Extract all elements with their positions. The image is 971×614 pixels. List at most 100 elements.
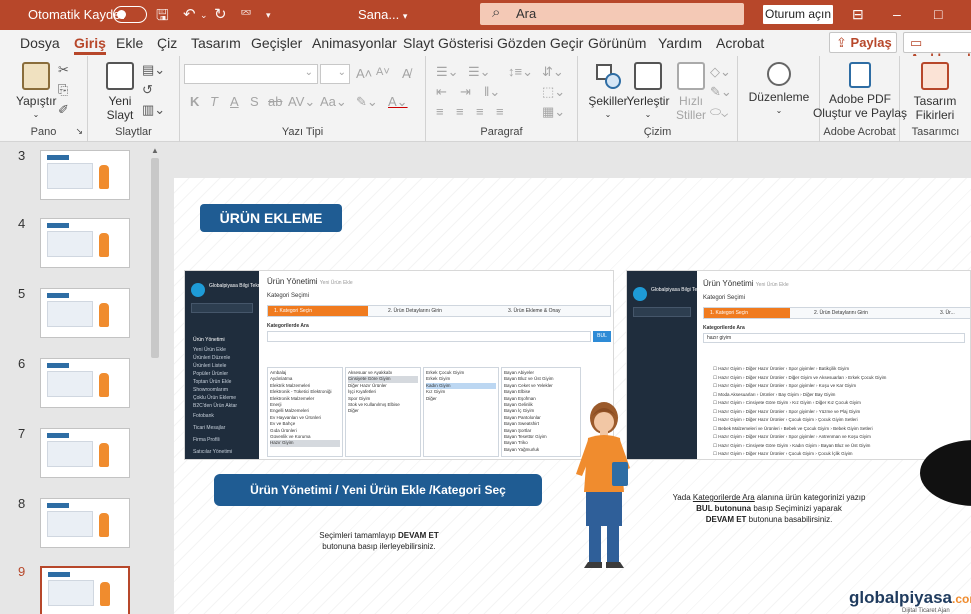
decrease-font-icon[interactable]: A˅ bbox=[376, 66, 390, 78]
slide-thumbnail[interactable] bbox=[40, 218, 130, 268]
share-label: Paylaş bbox=[850, 35, 892, 50]
shape-fill-icon[interactable]: ◇⌄ bbox=[710, 64, 731, 80]
scroll-up-icon[interactable]: ▲ bbox=[151, 146, 159, 155]
customize-toolbar-icon[interactable]: ▾ bbox=[266, 10, 271, 21]
arrange-button[interactable]: Yerleştir ⌄ bbox=[622, 62, 674, 122]
right-shot-step: 2. Ürün Detaylarını Girin bbox=[814, 310, 868, 316]
quick-styles-button[interactable]: Hızlı Stiller bbox=[668, 62, 714, 122]
design-ideas-button[interactable]: Tasarım Fikirleri bbox=[904, 62, 966, 122]
slide-thumbnail[interactable] bbox=[40, 288, 130, 338]
tab-yardim[interactable]: Yardım bbox=[658, 35, 702, 51]
align-text-icon[interactable]: ⬚⌄ bbox=[542, 84, 565, 100]
comments-button[interactable]: ▭ Açıklamalar bbox=[903, 32, 971, 66]
shadow-icon[interactable]: S bbox=[250, 94, 259, 109]
cut-icon[interactable]: ✂ bbox=[58, 62, 69, 78]
text-direction-icon[interactable]: ⇵⌄ bbox=[542, 64, 564, 80]
shape-outline-icon[interactable]: ✎⌄ bbox=[710, 84, 732, 100]
justify-icon[interactable]: ≡ bbox=[496, 104, 504, 119]
ribbon-display-icon[interactable]: ⊟ bbox=[852, 6, 864, 23]
slide-thumbnail[interactable] bbox=[40, 150, 130, 200]
left-caption-text-2: butonuna basıp ilerleyebilirsiniz. bbox=[322, 542, 436, 551]
slide-thumbnail[interactable] bbox=[40, 358, 130, 408]
clear-format-icon[interactable]: A̸ bbox=[402, 66, 411, 81]
tab-gozden-gecir[interactable]: Gözden Geçir bbox=[497, 35, 583, 51]
right-caption: Yada Kategorilerde Ara alanına ürün kate… bbox=[644, 492, 894, 525]
tab-slayt-gosterisi[interactable]: Slayt Gösterisi bbox=[403, 35, 493, 51]
presentation-icon[interactable]: ⮹ bbox=[240, 5, 252, 22]
tab-acrobat[interactable]: Acrobat bbox=[716, 35, 764, 51]
result-item: ☐ Hazır Giyim › Diğer Hazır Ürünler › Sp… bbox=[713, 366, 850, 371]
slide-thumbnail[interactable] bbox=[40, 428, 130, 478]
smartart-icon[interactable]: ▦⌄ bbox=[542, 104, 565, 120]
adobe-pdf-button[interactable]: Adobe PDF Oluştur ve Paylaş bbox=[812, 62, 908, 120]
group-label-pano: Pano ↘ bbox=[0, 126, 87, 138]
save-icon[interactable]: 🖫 bbox=[156, 5, 169, 30]
increase-indent-icon[interactable]: ⇥ bbox=[460, 84, 471, 100]
tab-tasarim[interactable]: Tasarım bbox=[191, 35, 241, 51]
section-icon[interactable]: ▥⌄ bbox=[142, 102, 165, 118]
paste-button[interactable]: Yapıştır ⌄ bbox=[16, 62, 56, 122]
font-size-box[interactable]: ⌄ bbox=[320, 64, 350, 84]
bold-icon[interactable]: K bbox=[190, 94, 199, 109]
thumbnail-scrollbar[interactable]: ▲ bbox=[148, 142, 162, 614]
layout-icon[interactable]: ▤⌄ bbox=[142, 62, 165, 78]
slide[interactable]: ÜRÜN EKLEME Globalpiyasa Bilgi Tekn... Ü… bbox=[174, 178, 971, 614]
align-center-icon[interactable]: ≡ bbox=[456, 104, 464, 119]
reset-icon[interactable]: ↺ bbox=[142, 82, 153, 98]
change-case-icon[interactable]: Aa⌄ bbox=[320, 94, 347, 110]
format-painter-icon[interactable]: ✐ bbox=[58, 102, 69, 118]
group-adobe-acrobat: Adobe PDF Oluştur ve Paylaş Adobe Acroba… bbox=[813, 56, 907, 142]
share-button[interactable]: ⇪ Paylaş bbox=[829, 32, 897, 53]
tab-ciz[interactable]: Çiz bbox=[157, 35, 177, 51]
minimize-icon[interactable]: – bbox=[893, 6, 901, 22]
underline-icon[interactable]: A bbox=[230, 94, 239, 109]
right-shot-search-input: hazır giyim bbox=[703, 333, 965, 343]
left-shot-menu-item: Firma Profili bbox=[193, 437, 220, 443]
char-spacing-icon[interactable]: AV⌄ bbox=[288, 94, 315, 110]
italic-icon[interactable]: T bbox=[210, 94, 218, 109]
tab-ekle[interactable]: Ekle bbox=[116, 35, 143, 51]
bullets-icon[interactable]: ☰⌄ bbox=[436, 64, 459, 80]
result-label: Hazır Giyim › Cinsiyete Göre Giyim › Kız… bbox=[718, 400, 861, 405]
tab-gorunum[interactable]: Görünüm bbox=[588, 35, 646, 51]
strikethrough-icon[interactable]: ab bbox=[268, 94, 282, 109]
slide-number: 6 bbox=[18, 356, 26, 371]
numbering-icon[interactable]: ☰⌄ bbox=[468, 64, 491, 80]
columns-icon[interactable]: ‖⌄ bbox=[484, 84, 500, 100]
left-shot-step: 3. Ürün Ekleme & Onay bbox=[508, 308, 561, 314]
increase-font-icon[interactable]: A˄ bbox=[356, 66, 372, 81]
tab-animasyonlar[interactable]: Animasyonlar bbox=[312, 35, 397, 51]
group-yazi-tipi: ⌄ ⌄ A˄ A˅ A̸ K T A S ab AV⌄ Aa⌄ ✎⌄ A⌄ Ya… bbox=[180, 56, 426, 142]
new-slide-button[interactable]: Yeni Slayt bbox=[102, 62, 138, 122]
tab-giris[interactable]: Giriş bbox=[74, 35, 106, 55]
left-caption: Seçimleri tamamlayıp DEVAM ET butonuna b… bbox=[254, 530, 504, 552]
quick-styles-icon bbox=[677, 62, 705, 90]
maximize-icon[interactable]: □ bbox=[934, 6, 942, 22]
autosave-toggle[interactable] bbox=[113, 6, 147, 23]
chevron-down-icon: ⌄ bbox=[644, 110, 652, 119]
undo-icon[interactable]: ↶ bbox=[183, 5, 196, 23]
font-color-icon[interactable]: A⌄ bbox=[388, 94, 408, 110]
undo-dropdown-icon[interactable]: ⌄ bbox=[200, 10, 208, 21]
font-name-box[interactable]: ⌄ bbox=[184, 64, 318, 84]
slide-thumbnail[interactable] bbox=[40, 498, 130, 548]
dialog-launcher-icon[interactable]: ↘ bbox=[75, 126, 83, 137]
redo-icon[interactable]: ↻ bbox=[214, 5, 227, 23]
line-spacing-icon[interactable]: ↕≡⌄ bbox=[508, 64, 533, 80]
tab-dosya[interactable]: Dosya bbox=[20, 35, 60, 51]
editing-button[interactable]: Düzenleme ⌄ bbox=[746, 62, 812, 118]
copy-icon[interactable]: ⎘ bbox=[58, 82, 68, 98]
right-shot-header-sub: Yeni Ürün Ekle bbox=[755, 282, 789, 288]
decrease-indent-icon[interactable]: ⇤ bbox=[436, 84, 447, 100]
align-left-icon[interactable]: ≡ bbox=[436, 104, 444, 119]
scrollbar-thumb[interactable] bbox=[151, 158, 159, 358]
document-title[interactable]: Sana... ▾ bbox=[358, 7, 407, 22]
shape-effects-icon[interactable]: ⬭⌄ bbox=[710, 104, 728, 120]
align-right-icon[interactable]: ≡ bbox=[476, 104, 484, 119]
group-pano: Yapıştır ⌄ ✂ ⎘ ✐ Pano ↘ bbox=[0, 56, 88, 142]
search-box[interactable]: ⌕ Ara bbox=[480, 3, 744, 25]
highlight-icon[interactable]: ✎⌄ bbox=[356, 94, 378, 110]
signin-button[interactable]: Oturum açın bbox=[763, 5, 833, 24]
slide-thumbnail-selected[interactable] bbox=[40, 566, 130, 614]
tab-gecisler[interactable]: Geçişler bbox=[251, 35, 302, 51]
